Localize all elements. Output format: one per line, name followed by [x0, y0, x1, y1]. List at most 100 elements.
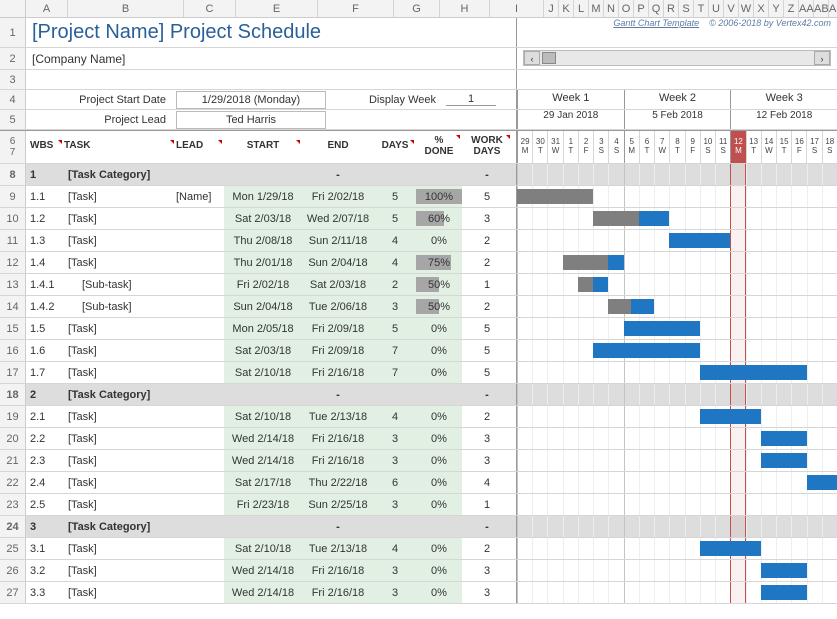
row-header[interactable]: 15 — [0, 318, 26, 339]
gantt-bar[interactable] — [761, 431, 807, 446]
column-header[interactable]: X — [754, 0, 769, 17]
task-name-cell[interactable]: [Task] — [64, 450, 176, 471]
row-header[interactable]: 5 — [0, 110, 26, 129]
task-name-cell[interactable]: [Task] — [64, 340, 176, 361]
scroll-right-button[interactable]: › — [814, 51, 830, 65]
work-days-cell[interactable]: 3 — [462, 560, 512, 581]
end-date-cell[interactable]: Wed 2/07/18 — [302, 208, 374, 229]
row-header[interactable]: 4 — [0, 90, 26, 109]
start-date-cell[interactable]: Wed 2/14/18 — [224, 582, 302, 603]
wbs-cell[interactable]: 2.5 — [26, 494, 64, 515]
end-date-cell[interactable]: - — [302, 384, 374, 405]
end-date-cell[interactable]: Tue 2/13/18 — [302, 406, 374, 427]
row-header[interactable]: 67 — [0, 131, 26, 163]
work-days-cell[interactable]: - — [462, 384, 512, 405]
start-date-cell[interactable]: Mon 2/05/18 — [224, 318, 302, 339]
row-header[interactable]: 12 — [0, 252, 26, 273]
start-date-cell[interactable]: Sun 2/04/18 — [224, 296, 302, 317]
days-cell[interactable]: 4 — [374, 538, 416, 559]
days-cell[interactable]: 5 — [374, 186, 416, 207]
pct-done-cell[interactable]: 0% — [416, 450, 462, 471]
wbs-cell[interactable]: 2.3 — [26, 450, 64, 471]
start-date-cell[interactable]: Sat 2/10/18 — [224, 538, 302, 559]
wbs-cell[interactable]: 3.1 — [26, 538, 64, 559]
company-name[interactable]: [Company Name] — [26, 50, 131, 68]
column-header[interactable]: AC — [829, 0, 837, 17]
days-cell[interactable]: 4 — [374, 252, 416, 273]
days-cell[interactable]: 3 — [374, 296, 416, 317]
end-date-cell[interactable]: Fri 2/16/18 — [302, 560, 374, 581]
column-header[interactable]: B — [68, 0, 184, 17]
wbs-cell[interactable]: 1 — [26, 164, 64, 185]
end-date-cell[interactable]: Fri 2/16/18 — [302, 362, 374, 383]
row-header[interactable]: 18 — [0, 384, 26, 405]
task-name-cell[interactable]: [Task] — [64, 582, 176, 603]
days-cell[interactable]: 7 — [374, 362, 416, 383]
lead-cell[interactable] — [176, 472, 224, 493]
column-header[interactable]: J — [544, 0, 559, 17]
task-name-cell[interactable]: [Task] — [64, 362, 176, 383]
start-date-cell[interactable]: Sat 2/10/18 — [224, 406, 302, 427]
start-date-input[interactable]: 1/29/2018 (Monday) — [176, 91, 326, 109]
pct-done-cell[interactable]: 0% — [416, 406, 462, 427]
task-name-cell[interactable]: [Task] — [64, 406, 176, 427]
column-header[interactable]: R — [664, 0, 679, 17]
wbs-cell[interactable]: 2 — [26, 384, 64, 405]
days-cell[interactable]: 3 — [374, 494, 416, 515]
gantt-bar[interactable] — [700, 409, 761, 424]
lead-cell[interactable]: [Name] — [176, 186, 224, 207]
task-name-cell[interactable]: [Sub-task] — [64, 296, 176, 317]
wbs-cell[interactable]: 1.6 — [26, 340, 64, 361]
pct-done-cell[interactable]: 0% — [416, 538, 462, 559]
column-header[interactable]: H — [440, 0, 490, 17]
pct-done-cell[interactable] — [416, 384, 462, 405]
pct-done-cell[interactable]: 0% — [416, 472, 462, 493]
lead-cell[interactable] — [176, 318, 224, 339]
column-header[interactable]: AA — [799, 0, 814, 17]
pct-done-cell[interactable]: 0% — [416, 582, 462, 603]
task-name-cell[interactable]: [Task] — [64, 538, 176, 559]
pct-done-cell[interactable]: 0% — [416, 428, 462, 449]
gantt-bar[interactable] — [669, 233, 730, 248]
end-date-cell[interactable]: Sun 2/25/18 — [302, 494, 374, 515]
row-header[interactable]: 1 — [0, 18, 26, 47]
end-date-cell[interactable]: Thu 2/22/18 — [302, 472, 374, 493]
column-header[interactable]: Z — [784, 0, 799, 17]
template-link[interactable]: Gantt Chart Template — [613, 18, 699, 47]
days-cell[interactable] — [374, 164, 416, 185]
start-date-cell[interactable]: Fri 2/23/18 — [224, 494, 302, 515]
lead-cell[interactable] — [176, 296, 224, 317]
row-header[interactable]: 21 — [0, 450, 26, 471]
column-header[interactable]: F — [318, 0, 394, 17]
lead-cell[interactable] — [176, 230, 224, 251]
lead-cell[interactable] — [176, 406, 224, 427]
gantt-bar[interactable] — [761, 563, 807, 578]
col-header-task[interactable]: TASK — [64, 140, 176, 154]
row-header[interactable]: 2 — [0, 48, 26, 69]
gantt-bar[interactable] — [700, 541, 761, 556]
lead-cell[interactable] — [176, 560, 224, 581]
wbs-cell[interactable]: 1.2 — [26, 208, 64, 229]
days-cell[interactable]: 3 — [374, 560, 416, 581]
end-date-cell[interactable]: - — [302, 164, 374, 185]
lead-cell[interactable] — [176, 362, 224, 383]
task-name-cell[interactable]: [Task] — [64, 472, 176, 493]
days-cell[interactable]: 7 — [374, 340, 416, 361]
lead-cell[interactable] — [176, 208, 224, 229]
row-header[interactable]: 3 — [0, 70, 26, 89]
start-date-cell[interactable]: Sat 2/17/18 — [224, 472, 302, 493]
scroll-left-button[interactable]: ‹ — [524, 51, 540, 65]
days-cell[interactable] — [374, 516, 416, 537]
wbs-cell[interactable]: 1.7 — [26, 362, 64, 383]
work-days-cell[interactable]: 3 — [462, 208, 512, 229]
end-date-cell[interactable]: - — [302, 516, 374, 537]
task-name-cell[interactable]: [Task Category] — [64, 384, 176, 405]
start-date-cell[interactable]: Sat 2/03/18 — [224, 208, 302, 229]
column-header[interactable]: E — [236, 0, 318, 17]
row-header[interactable]: 9 — [0, 186, 26, 207]
column-header[interactable]: Q — [649, 0, 664, 17]
days-cell[interactable]: 4 — [374, 406, 416, 427]
wbs-cell[interactable]: 1.5 — [26, 318, 64, 339]
days-cell[interactable]: 2 — [374, 274, 416, 295]
work-days-cell[interactable]: 1 — [462, 494, 512, 515]
